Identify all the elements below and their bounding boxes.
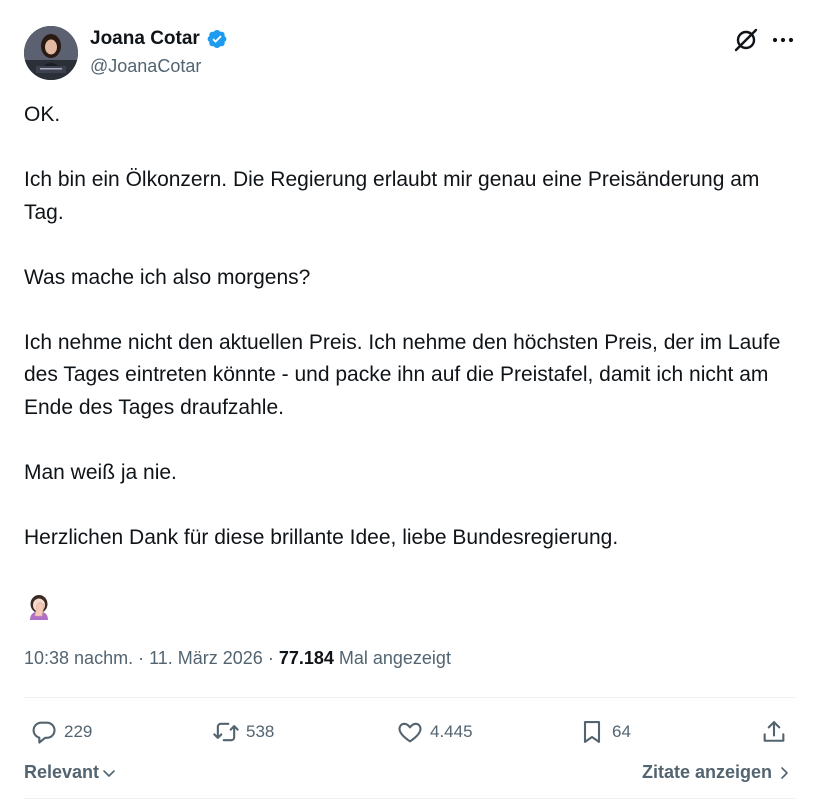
tweet-detail: Joana Cotar @JoanaCotar OK. Ich bin ein … [0, 0, 814, 802]
author-name[interactable]: Joana Cotar [90, 28, 200, 50]
author-handle[interactable]: @JoanaCotar [90, 56, 201, 77]
reply-button[interactable]: 229 [30, 710, 92, 754]
tweet-text: OK. Ich bin ein Ölkonzern. Die Regierung… [24, 99, 794, 587]
meta-separator: · [133, 648, 150, 668]
tweet-paragraph: OK. [24, 103, 61, 126]
sort-label: Relevant [24, 762, 100, 782]
divider [24, 697, 796, 698]
chevron-right-icon [781, 766, 788, 779]
tweet-date[interactable]: 11. März 2026 [149, 648, 263, 668]
reply-icon [32, 721, 56, 744]
divider [24, 798, 796, 799]
more-icon[interactable] [770, 27, 796, 53]
repost-count: 538 [246, 722, 275, 741]
tweet-paragraph: Ich bin ein Ölkonzern. Die Regierung erl… [24, 168, 760, 224]
bookmark-icon [583, 721, 601, 743]
like-count: 4.445 [430, 722, 473, 741]
reply-controls: Relevant Zitate anzeigen [24, 762, 796, 788]
views-label: Mal angezeigt [333, 648, 451, 668]
verified-badge-icon[interactable] [206, 28, 228, 50]
facepalm-emoji-icon [24, 592, 54, 622]
chevron-down-icon [103, 769, 115, 777]
reply-count: 229 [64, 722, 93, 741]
sort-dropdown[interactable]: Relevant [24, 762, 117, 783]
meta-separator: · [262, 648, 279, 668]
view-quotes-link[interactable]: Zitate anzeigen [642, 762, 792, 783]
like-button[interactable]: 4.445 [396, 710, 473, 754]
share-button[interactable] [760, 710, 788, 754]
tweet-time[interactable]: 10:38 nachm. [24, 648, 133, 668]
share-icon [763, 721, 785, 742]
tweet-paragraph: Was mache ich also morgens? [24, 265, 311, 289]
author-name-row[interactable]: Joana Cotar [90, 28, 228, 50]
view-quotes-label: Zitate anzeigen [641, 762, 772, 782]
tweet-meta: 10:38 nachm. · 11. März 2026 · 77.184 Ma… [24, 648, 451, 669]
action-bar: 229 538 4.445 64 [24, 710, 796, 754]
avatar[interactable] [24, 26, 78, 80]
bookmark-button[interactable]: 64 [578, 710, 631, 754]
avatar-image [24, 26, 78, 80]
tweet-paragraph: Herzlichen Dank für diese brillante Idee… [24, 525, 619, 549]
tweet-paragraph: Man weiß ja nie. [24, 460, 177, 484]
tweet-paragraph: Ich nehme nicht den aktuellen Preis. Ich… [24, 330, 781, 419]
repost-button[interactable]: 538 [212, 710, 274, 754]
bookmark-count: 64 [612, 722, 631, 741]
like-icon [398, 722, 422, 743]
grok-icon[interactable] [733, 27, 759, 53]
views-count: 77.184 [278, 648, 334, 668]
repost-icon [213, 722, 239, 742]
